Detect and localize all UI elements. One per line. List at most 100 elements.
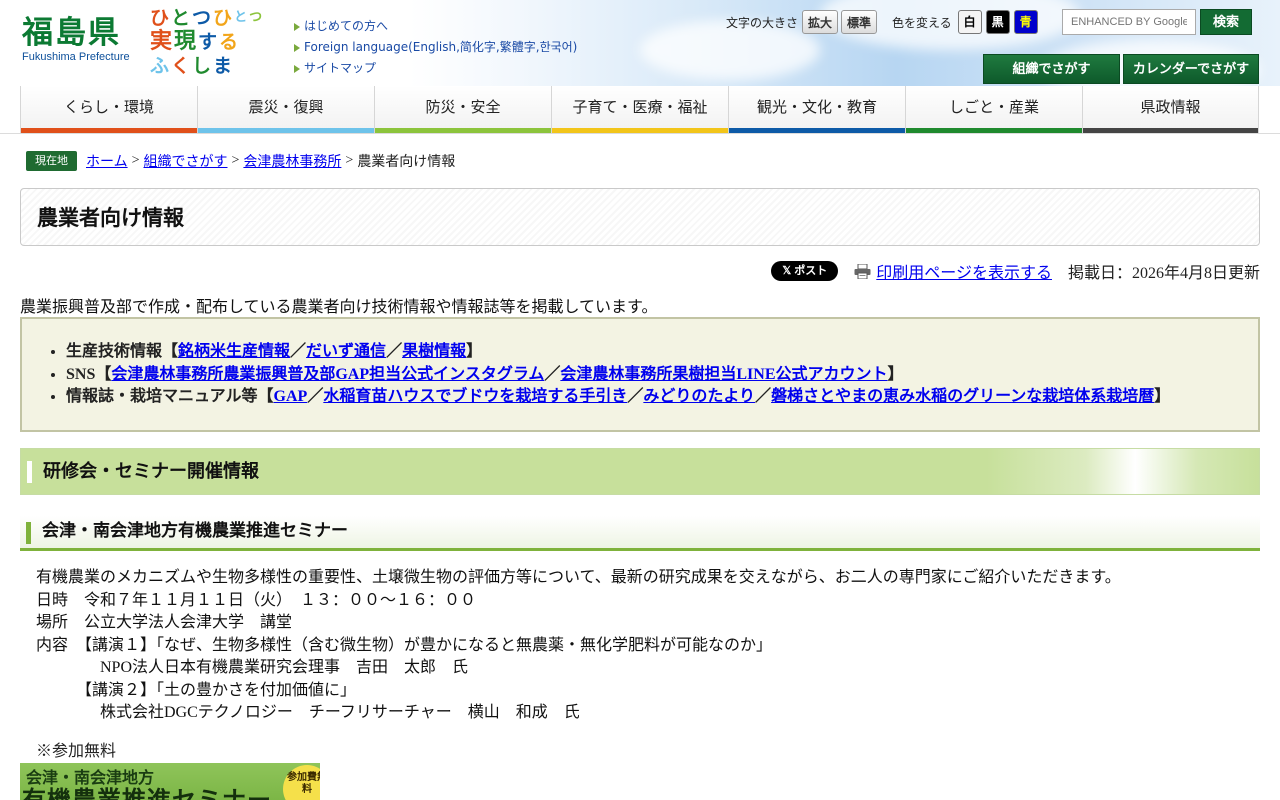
breadcrumb-separator: > <box>131 153 140 168</box>
nav-item-industry[interactable]: しごと・産業 <box>905 86 1082 133</box>
row-suffix: 】 <box>1154 388 1171 405</box>
top-link-foreign-language[interactable]: Foreign language(English,简化字,繁體字,한국어) <box>294 37 577 58</box>
link-row-production: 生産技術情報【銘柄米生産情報／だいず通信／果樹情報】 <box>66 341 1258 364</box>
current-location-badge: 現在地 <box>26 151 77 171</box>
link-grape-guide[interactable]: 水稲育苗ハウスでブドウを栽培する手引き <box>323 388 627 405</box>
color-white-button[interactable]: 白 <box>957 10 982 34</box>
slogan-char: 実 <box>150 29 173 54</box>
color-black-button[interactable]: 黒 <box>985 10 1010 34</box>
subsection-heading: 会津・南会津地方有機農業推進セミナー <box>42 521 348 541</box>
slogan-char: つ <box>249 10 263 25</box>
banner-line-2: 有機農業推進セミナー <box>22 786 272 800</box>
x-post-button[interactable]: 𝕏 ポスト <box>771 261 839 281</box>
font-enlarge-button[interactable]: 拡大 <box>802 10 839 34</box>
heading-marker <box>27 461 32 483</box>
row-prefix: SNS【 <box>66 365 112 383</box>
banner-free-badge: 参加費無料 <box>283 765 320 800</box>
nav-item-life[interactable]: くらし・環境 <box>20 86 197 133</box>
breadcrumb-link-office[interactable]: 会津農林事務所 <box>243 151 341 171</box>
search-button[interactable]: 検索 <box>1200 9 1252 35</box>
slogan-char: す <box>198 31 218 53</box>
nav-item-tourism[interactable]: 観光・文化・教育 <box>728 86 905 133</box>
triangle-bullet-icon <box>294 43 300 52</box>
intro-text: 農業振興普及部で作成・配布している農業者向け技術情報や情報誌等を掲載しています。 <box>20 299 658 316</box>
nav-item-label: 子育て・医療・福祉 <box>572 98 708 116</box>
nav-item-safety[interactable]: 防災・安全 <box>374 86 551 133</box>
site-header: 福島県 Fukushima Prefecture ひ と つ ひ と つ 実 現… <box>0 0 1280 86</box>
print-page-link[interactable]: 印刷用ページを表示する <box>876 259 1052 283</box>
row-suffix: 】 <box>887 365 904 383</box>
org-search-button[interactable]: 組織でさがす <box>983 54 1120 84</box>
top-link-label[interactable]: Foreign language(English,简化字,繁體字,한국어) <box>304 37 577 58</box>
row-suffix: 】 <box>466 343 483 360</box>
heading-marker <box>26 522 31 544</box>
slogan-char: ひ <box>150 7 170 29</box>
triangle-bullet-icon <box>294 64 300 73</box>
nav-item-label: 防災・安全 <box>425 98 501 116</box>
link-row-manuals: 情報誌・栽培マニュアル等【GAP／水稲育苗ハウスでブドウを栽培する手引き／みどり… <box>66 386 1258 409</box>
link-green-rice-calendar[interactable]: 磐梯さとやまの恵み水稲のグリーンな栽培体系栽培暦 <box>771 388 1154 405</box>
accessibility-tools: 文字の大きさ 拡大 標準 色を変える 白 黒 青 <box>726 10 1038 34</box>
seminar-speaker-2: 株式会社DGCテクノロジー チーフリサーチャー 横山 和成 氏 <box>36 704 580 721</box>
top-link-label[interactable]: サイトマップ <box>304 58 376 79</box>
seminar-speaker-1: NPO法人日本有機農業研究会理事 吉田 太郎 氏 <box>36 659 469 676</box>
link-delimiter: ／ <box>755 388 772 405</box>
link-delimiter: ／ <box>386 343 403 360</box>
nav-item-label: 県政情報 <box>1140 98 1201 116</box>
link-rice-info[interactable]: 銘柄米生産情報 <box>178 343 290 360</box>
section-heading: 研修会・セミナー開催情報 <box>43 461 259 482</box>
slogan-char: 現 <box>174 29 197 54</box>
page-title-box: 農業者向け情報 <box>20 188 1260 246</box>
subsection-heading-box: 会津・南会津地方有機農業推進セミナー <box>20 516 1260 551</box>
seminar-banner-image[interactable]: 会津・南会津地方 有機農業推進セミナー 参加費無料 <box>20 763 320 800</box>
logo-kanji: 福島県 <box>22 15 121 51</box>
nav-item-label: 震災・復興 <box>248 98 324 116</box>
nav-item-prefecture[interactable]: 県政情報 <box>1082 86 1259 133</box>
breadcrumb-link-home[interactable]: ホーム <box>86 151 128 171</box>
breadcrumb-link-org[interactable]: 組織でさがす <box>144 151 228 171</box>
link-delimiter: ／ <box>544 365 561 383</box>
slogan-char: ふ <box>150 55 170 77</box>
top-link-sitemap[interactable]: サイトマップ <box>294 58 577 79</box>
slogan-char: ひ <box>213 7 233 29</box>
top-link-label[interactable]: はじめての方へ <box>304 16 388 37</box>
seminar-datetime: 日時 令和７年１１月１１日（火） １３：００～１６：００ <box>36 591 477 609</box>
info-link-box: 生産技術情報【銘柄米生産情報／だいず通信／果樹情報】 SNS【会津農林事務所農業… <box>20 317 1260 432</box>
link-fruit-line[interactable]: 会津農林事務所果樹担当LINE公式アカウント <box>560 366 887 383</box>
slogan-char: ま <box>213 55 233 77</box>
breadcrumb-separator: > <box>231 153 240 168</box>
site-logo[interactable]: 福島県 Fukushima Prefecture <box>22 16 132 68</box>
font-standard-button[interactable]: 標準 <box>841 10 878 34</box>
link-gap-instagram[interactable]: 会津農林事務所農業振興普及部GAP担当公式インスタグラム <box>111 366 544 383</box>
free-admission-note: ※参加無料 <box>36 743 117 760</box>
nav-divider <box>0 133 1280 134</box>
link-delimiter: ／ <box>627 388 644 405</box>
slogan-char: る <box>219 31 239 53</box>
section-heading-box: 研修会・セミナー開催情報 <box>20 448 1260 495</box>
slogan-char: つ <box>192 7 212 29</box>
breadcrumb-separator: > <box>345 153 354 168</box>
seminar-venue: 場所 公立大学法人会津大学 講堂 <box>36 614 293 631</box>
site-search: 検索 <box>1062 9 1252 35</box>
top-link-beginners[interactable]: はじめての方へ <box>294 16 577 37</box>
link-gap[interactable]: GAP <box>274 388 308 405</box>
link-midori-news[interactable]: みどりのたより <box>643 388 755 405</box>
slogan-char: と <box>171 7 191 29</box>
breadcrumb: 現在地 ホーム > 組織でさがす > 会津農林事務所 > 農業者向け情報 <box>26 151 455 171</box>
nav-item-welfare[interactable]: 子育て・医療・福祉 <box>551 86 728 133</box>
slogan-char: し <box>192 55 212 77</box>
slogan-char: と <box>234 10 248 25</box>
seminar-description: 有機農業のメカニズムや生物多様性の重要性、土壌微生物の評価方等について、最新の研… <box>36 569 1121 586</box>
printer-icon <box>854 263 871 279</box>
search-input[interactable] <box>1062 9 1196 35</box>
row-prefix: 情報誌・栽培マニュアル等【 <box>66 388 274 405</box>
updated-date: 掲載日：2026年4月8日更新 <box>1067 265 1260 282</box>
color-blue-button[interactable]: 青 <box>1013 10 1038 34</box>
seminar-lecture-2: 【講演２】「土の豊かさを付加価値に」 <box>36 681 357 699</box>
link-soybean-news[interactable]: だいず通信 <box>306 343 386 360</box>
calendar-search-button[interactable]: カレンダーでさがす <box>1123 54 1259 84</box>
nav-item-disaster-recovery[interactable]: 震災・復興 <box>197 86 374 133</box>
nav-item-label: 観光・文化・教育 <box>756 98 877 116</box>
font-size-label: 文字の大きさ <box>726 15 799 30</box>
link-fruit-info[interactable]: 果樹情報 <box>402 343 466 360</box>
